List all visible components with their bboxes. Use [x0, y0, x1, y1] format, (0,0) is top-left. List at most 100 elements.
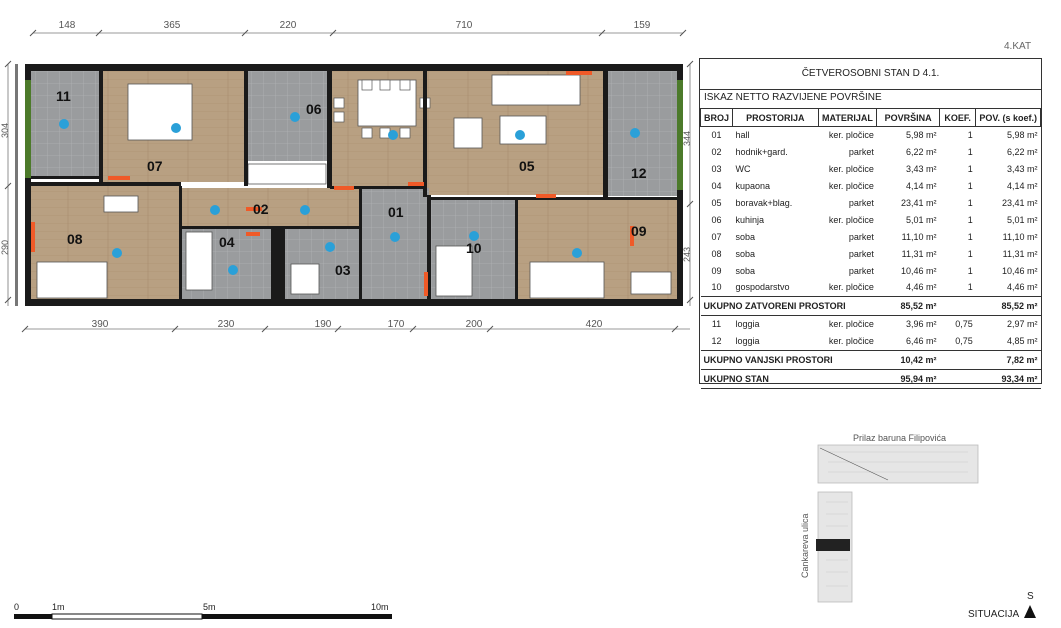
- sum-closed-row: UKUPNO ZATVORENI PROSTORI 85,52 m² 85,52…: [700, 295, 1041, 316]
- cell-prostorija: WC: [735, 164, 751, 175]
- cell-pov-koef: 11,31 m²: [1002, 248, 1038, 259]
- scale-label-10m: 10m: [371, 602, 389, 612]
- north-arrow-icon: [1024, 605, 1036, 618]
- cell-povrsina: 6,46 m²: [906, 336, 937, 347]
- room-label-08: 08: [67, 231, 83, 247]
- table-row: 02 hodnik+gard. parket 6,22 m² 1 6,22 m²: [701, 144, 1041, 161]
- cell-materijal: ker. pločice: [828, 214, 874, 225]
- room-label-02: 02: [253, 201, 269, 217]
- room-label-11: 11: [56, 88, 71, 104]
- cell-povrsina: 23,41 m²: [900, 198, 937, 208]
- table-title: ČETVEROSOBNI STAN D 4.1.: [700, 59, 1041, 90]
- cell-broj: 10: [711, 282, 722, 293]
- cell-povrsina: 4,14 m²: [906, 181, 937, 192]
- cell-prostorija: soba: [735, 248, 756, 259]
- table-row: 07 soba parket 11,10 m² 1 11,10 m²: [701, 228, 1041, 245]
- cell-prostorija: soba: [735, 265, 756, 276]
- cell-broj: 05: [711, 198, 722, 208]
- cell-broj: 09: [711, 265, 722, 276]
- cell-pov-koef: 4,85 m²: [1006, 336, 1038, 347]
- sum-total-povrsina: 95,94 m²: [876, 368, 940, 389]
- cell-broj: 02: [711, 147, 722, 158]
- cell-povrsina: 4,46 m²: [906, 282, 937, 293]
- cell-pov-koef: 6,22 m²: [1006, 147, 1038, 158]
- cell-prostorija: soba: [735, 231, 756, 242]
- sum-outside-row: UKUPNO VANJSKI PROSTORI 10,42 m² 7,82 m²: [700, 349, 1041, 370]
- cell-prostorija: kuhinja: [735, 214, 765, 225]
- cell-koef: 1: [967, 181, 973, 192]
- sum-closed-pov-koef: 85,52 m²: [975, 295, 1041, 316]
- sum-total-pov-koef: 93,34 m²: [975, 368, 1041, 389]
- col-broj: BROJ: [699, 108, 734, 127]
- cell-koef: 1: [967, 130, 973, 141]
- cell-povrsina: 11,10 m²: [901, 231, 937, 242]
- scale-label-1m: 1m: [52, 602, 65, 612]
- cell-broj: 12: [711, 336, 722, 347]
- cell-pov-koef: 5,98 m²: [1006, 130, 1038, 141]
- cell-pov-koef: 4,14 m²: [1006, 181, 1038, 192]
- sum-outside-label: UKUPNO VANJSKI PROSTORI: [700, 349, 877, 370]
- col-pov-koef: POV. (s koef.): [975, 108, 1041, 127]
- col-materijal: MATERIJAL: [817, 108, 878, 127]
- street-left-label: Cankareva ulica: [800, 513, 810, 578]
- cell-materijal: parket: [848, 248, 874, 259]
- situation-map: [816, 444, 979, 603]
- room-label-01: 01: [388, 204, 404, 220]
- cell-materijal: ker. pločice: [828, 282, 874, 293]
- cell-povrsina: 6,22 m²: [906, 147, 937, 158]
- area-grid: BROJ PROSTORIJA MATERIJAL POVRŠINA KOEF.…: [699, 108, 1041, 389]
- cell-koef: 0,75: [955, 319, 973, 330]
- room-label-09: 09: [631, 223, 647, 239]
- cell-pov-koef: 10,46 m²: [1001, 265, 1038, 276]
- table-row: 05 boravak+blag. parket 23,41 m² 1 23,41 m²: [701, 195, 1041, 212]
- cell-povrsina: 3,43 m²: [906, 164, 937, 175]
- floor-label: 4.KAT: [1004, 41, 1032, 52]
- cell-materijal: parket: [848, 198, 874, 208]
- sum-closed-label: UKUPNO ZATVORENI PROSTORI: [700, 295, 877, 316]
- room-label-06: 06: [306, 101, 322, 117]
- cell-materijal: parket: [848, 231, 874, 242]
- situation-label: SITUACIJA: [968, 609, 1020, 620]
- cell-materijal: ker. pločice: [828, 319, 874, 330]
- sum-total-row: UKUPNO STAN 95,94 m² 93,34 m²: [700, 368, 1041, 389]
- cell-broj: 08: [711, 248, 722, 259]
- cell-broj: 07: [711, 231, 722, 242]
- table-row: 08 soba parket 11,31 m² 1 11,31 m²: [701, 245, 1041, 262]
- table-row: 11 loggia ker. pločice 3,96 m² 0,75 2,97 m²: [701, 315, 1041, 332]
- table-subtitle: ISKAZ NETTO RAZVIJENE POVRŠINE: [704, 92, 882, 103]
- rows-inside: 01 hall ker. pločice 5,98 m² 1 5,98 m² 02 hodni…: [701, 127, 1041, 297]
- cell-materijal: parket: [848, 265, 874, 276]
- cell-broj: 03: [711, 164, 722, 175]
- table-row: 09 soba parket 10,46 m² 1 10,46 m²: [701, 262, 1041, 279]
- area-table: ČETVEROSOBNI STAN D 4.1. ISKAZ NETTO RAZ…: [699, 58, 1042, 389]
- cell-prostorija: hall: [735, 130, 750, 141]
- table-row: 04 kupaona ker. pločice 4,14 m² 1 4,14 m²: [701, 178, 1041, 195]
- cell-pov-koef: 11,10 m²: [1002, 231, 1038, 242]
- sum-outside-povrsina: 10,42 m²: [876, 349, 940, 370]
- cell-pov-koef: 23,41 m²: [1001, 198, 1038, 208]
- cell-materijal: ker. pločice: [828, 336, 874, 347]
- table-row: 10 gospodarstvo ker. pločice 4,46 m² 1 4,46 m…: [701, 279, 1041, 296]
- cell-broj: 01: [711, 130, 722, 141]
- room-label-05: 05: [519, 158, 535, 174]
- north-label: S: [1027, 591, 1034, 602]
- cell-koef: 1: [967, 282, 973, 293]
- cell-pov-koef: 3,43 m²: [1006, 164, 1038, 175]
- room-label-07: 07: [147, 158, 163, 174]
- cell-koef: 1: [967, 198, 973, 208]
- cell-broj: 04: [711, 181, 722, 192]
- col-koef: KOEF.: [939, 108, 977, 127]
- rows-outside: 11 loggia ker. pločice 3,96 m² 0,75 2,97 m² 12…: [701, 315, 1041, 350]
- cell-pov-koef: 5,01 m²: [1006, 214, 1038, 225]
- cell-materijal: parket: [848, 147, 874, 158]
- cell-koef: 0,75: [955, 336, 973, 347]
- col-prostorija: PROSTORIJA: [732, 108, 819, 127]
- table-header-row: BROJ PROSTORIJA MATERIJAL POVRŠINA KOEF.…: [699, 108, 1041, 127]
- street-top-label: Prilaz baruna Filipovića: [853, 433, 947, 443]
- table-row: 12 loggia ker. pločice 6,46 m² 0,75 4,85 m²: [701, 333, 1041, 350]
- sum-total-label: UKUPNO STAN: [700, 368, 877, 389]
- cell-koef: 1: [967, 214, 973, 225]
- floor-plan: [4, 29, 694, 333]
- cell-broj: 11: [711, 319, 722, 330]
- cell-koef: 1: [967, 231, 973, 242]
